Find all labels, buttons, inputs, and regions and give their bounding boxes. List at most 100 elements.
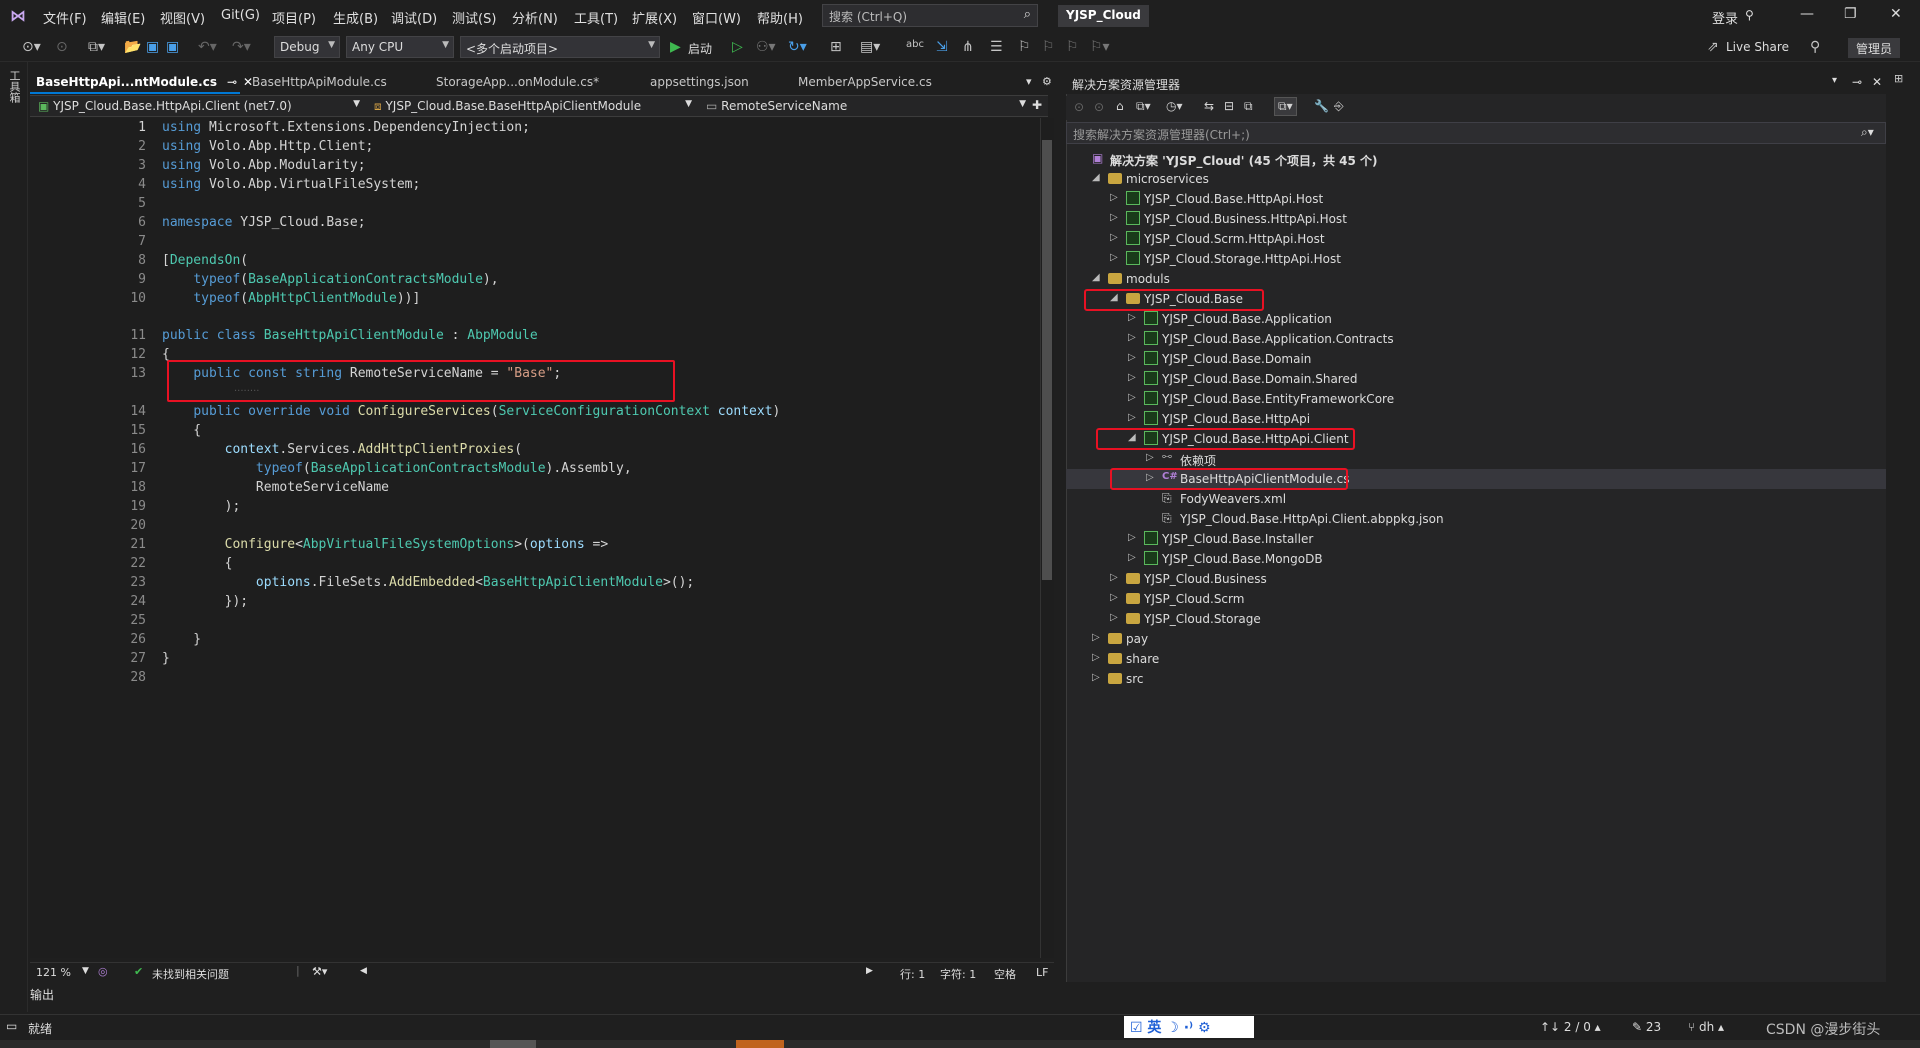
tab-list-icon[interactable]: ▾ [1026, 75, 1032, 88]
menu-item[interactable]: 调试(D) [391, 8, 437, 27]
member-combo[interactable]: ▭ RemoteServiceName ▼ [702, 97, 1030, 116]
tree-item[interactable]: ▷ YJSP_Cloud.Scrm.HttpApi.Host [1066, 229, 1886, 249]
feedback-icon[interactable]: ⚲ [1810, 39, 1820, 55]
se-home-icon[interactable]: ⌂ [1116, 99, 1124, 113]
scroll-left-icon[interactable]: ◀ [360, 966, 367, 976]
se-history-icon[interactable]: ◷▾ [1166, 99, 1183, 113]
code-text[interactable]: context.Services.AddHttpClientProxies( [162, 442, 522, 457]
code-text[interactable]: { [162, 556, 233, 571]
output-window-icon[interactable]: ▭ [6, 1019, 17, 1033]
open-icon[interactable]: 📂 [124, 39, 141, 55]
collapsed-arrow-icon[interactable]: ▷ [1110, 252, 1118, 263]
code-text[interactable]: public override void ConfigureServices(S… [162, 404, 780, 419]
code-line[interactable]: 24 }); [30, 594, 1040, 613]
expanded-arrow-icon[interactable]: ◢ [1092, 172, 1100, 183]
line-indicator[interactable]: 行: 1 [900, 966, 925, 982]
collapsed-arrow-icon[interactable]: ▷ [1128, 532, 1136, 543]
tab-basehttpapiclientmodule[interactable]: BaseHttpApi...ntModule.cs ⊸ ✕ [30, 72, 253, 94]
collapsed-arrow-icon[interactable]: ▷ [1110, 572, 1118, 583]
tree-item[interactable]: ▷ YJSP_Cloud.Base.Application [1066, 309, 1886, 329]
code-line[interactable]: 19 ); [30, 499, 1040, 518]
account-icon[interactable]: ⚲ [1745, 8, 1754, 22]
code-text[interactable]: typeof(AbpHttpClientModule))] [162, 291, 420, 306]
panel-menu-icon[interactable]: ▾ [1832, 75, 1837, 86]
redo-icon[interactable]: ↷▾ [232, 39, 251, 55]
zoom-dropdown-icon[interactable]: ▼ [82, 966, 89, 976]
new-project-icon[interactable]: ⧉▾ [88, 39, 105, 55]
tree-item[interactable]: ▷ YJSP_Cloud.Base.HttpApi [1066, 409, 1886, 429]
right-strip-tab[interactable]: ⊞ [1894, 72, 1903, 85]
platform-combo[interactable]: Any CPU ▼ [346, 36, 454, 58]
code-text[interactable]: using Microsoft.Extensions.DependencyInj… [162, 120, 530, 135]
se-forward-icon[interactable]: ⊙ [1094, 100, 1104, 114]
forward-icon[interactable]: ⊙ [56, 39, 68, 55]
taskbar-item-active[interactable] [736, 1040, 784, 1048]
code-line[interactable]: 26 } [30, 632, 1040, 651]
col-indicator[interactable]: 字符: 1 [940, 966, 976, 982]
eol-indicator[interactable]: LF [1036, 966, 1048, 979]
collapsed-arrow-icon[interactable]: ▷ [1110, 232, 1118, 243]
solution-explorer-search[interactable]: 搜索解决方案资源管理器(Ctrl+;) ⌕▾ [1066, 122, 1886, 144]
code-text[interactable]: typeof(BaseApplicationContractsModule), [162, 272, 498, 287]
tree-item[interactable]: ▷ YJSP_Cloud.Business [1066, 569, 1886, 589]
config-combo[interactable]: Debug ▼ [274, 36, 340, 58]
issues-status[interactable]: 未找到相关问题 [152, 966, 229, 982]
menu-item[interactable]: 视图(V) [160, 8, 205, 27]
tree-item[interactable]: ▷ YJSP_Cloud.Base.EntityFrameworkCore [1066, 389, 1886, 409]
code-line[interactable]: 22 { [30, 556, 1040, 575]
code-line[interactable]: 4 using Volo.Abp.VirtualFileSystem; [30, 177, 1040, 196]
code-line[interactable]: 20 [30, 518, 1040, 537]
start-without-debug-icon[interactable]: ▷ [732, 39, 743, 55]
tab-memberappservice[interactable]: MemberAppService.cs [792, 72, 938, 94]
se-sync-icon[interactable]: ⇆ [1204, 99, 1214, 113]
code-line[interactable]: 11 public class BaseHttpApiClientModule :… [30, 328, 1040, 347]
collapsed-arrow-icon[interactable]: ▷ [1128, 552, 1136, 563]
tab-storageappmodule[interactable]: StorageApp...onModule.cs* [430, 72, 605, 94]
cleanup-icon[interactable]: ⚒▾ [312, 965, 327, 978]
code-line[interactable]: 1 using Microsoft.Extensions.DependencyIn… [30, 120, 1040, 139]
live-share-button[interactable]: Live Share [1726, 40, 1789, 54]
collapsed-arrow-icon[interactable]: ▷ [1110, 192, 1118, 203]
whitespace-indicator[interactable]: 空格 [994, 966, 1016, 982]
start-icon[interactable]: ▶ [670, 39, 681, 55]
tree-item[interactable]: ⎘ YJSP_Cloud.Base.HttpApi.Client.abppkg.j… [1066, 509, 1886, 529]
scroll-right-icon[interactable]: ▶ [866, 966, 873, 976]
code-text[interactable]: using Volo.Abp.Http.Client; [162, 139, 373, 154]
spell-icon[interactable]: abc [906, 39, 924, 50]
collapsed-arrow-icon[interactable]: ▷ [1092, 672, 1100, 683]
code-line[interactable]: 15 { [30, 423, 1040, 442]
tree-item[interactable]: ▷ YJSP_Cloud.Scrm [1066, 589, 1886, 609]
pin-icon[interactable]: ⊸ [227, 75, 237, 89]
code-line[interactable]: 28 [30, 670, 1040, 689]
panel-pin-icon[interactable]: ⊸ [1852, 75, 1862, 89]
tree-item[interactable]: ◢ moduls [1066, 269, 1886, 289]
code-text[interactable]: options.FileSets.AddEmbedded<BaseHttpApi… [162, 575, 694, 590]
live-share-icon[interactable]: ⇗ [1707, 39, 1719, 55]
zoom-level[interactable]: 121 % [36, 966, 71, 979]
se-show-all-icon[interactable]: ⧉ [1244, 99, 1253, 114]
code-line[interactable]: 21 Configure<AbpVirtualFileSystemOptions… [30, 537, 1040, 556]
code-text[interactable]: using Volo.Abp.Modularity; [162, 158, 366, 173]
tree-item[interactable]: ▣ 解决方案 'YJSP_Cloud' (45 个项目，共 45 个) [1066, 149, 1886, 169]
collapsed-arrow-icon[interactable]: ▷ [1128, 312, 1136, 323]
code-text[interactable]: typeof(BaseApplicationContractsModule).A… [162, 461, 632, 476]
menu-item[interactable]: 项目(P) [272, 8, 316, 27]
refresh-icon[interactable]: ↻▾ [788, 39, 807, 55]
collapsed-arrow-icon[interactable]: ▷ [1128, 372, 1136, 383]
code-text[interactable]: } [162, 632, 201, 647]
code-line[interactable]: 5 [30, 196, 1040, 215]
split-icon[interactable]: ✚ [1032, 98, 1042, 112]
tree-item[interactable]: ▷ YJSP_Cloud.Base.HttpApi.Host [1066, 189, 1886, 209]
undo-icon[interactable]: ↶▾ [198, 39, 217, 55]
menu-item[interactable]: 工具(T) [574, 8, 618, 27]
tree-item[interactable]: ▷ YJSP_Cloud.Base.Domain [1066, 349, 1886, 369]
collapsed-arrow-icon[interactable]: ▷ [1110, 212, 1118, 223]
se-switch-view-icon[interactable]: ⧉▾ [1136, 99, 1151, 114]
code-text[interactable]: namespace YJSP_Cloud.Base; [162, 215, 366, 230]
close-button[interactable]: ✕ [1890, 6, 1902, 22]
se-preview-icon[interactable]: ⎆ [1334, 99, 1344, 114]
se-filter-icon[interactable]: ⧉▾ [1274, 97, 1297, 116]
collapsed-arrow-icon[interactable]: ▷ [1092, 652, 1100, 663]
collapsed-arrow-icon[interactable]: ▷ [1128, 352, 1136, 363]
save-icon[interactable]: ▣ [146, 39, 159, 55]
